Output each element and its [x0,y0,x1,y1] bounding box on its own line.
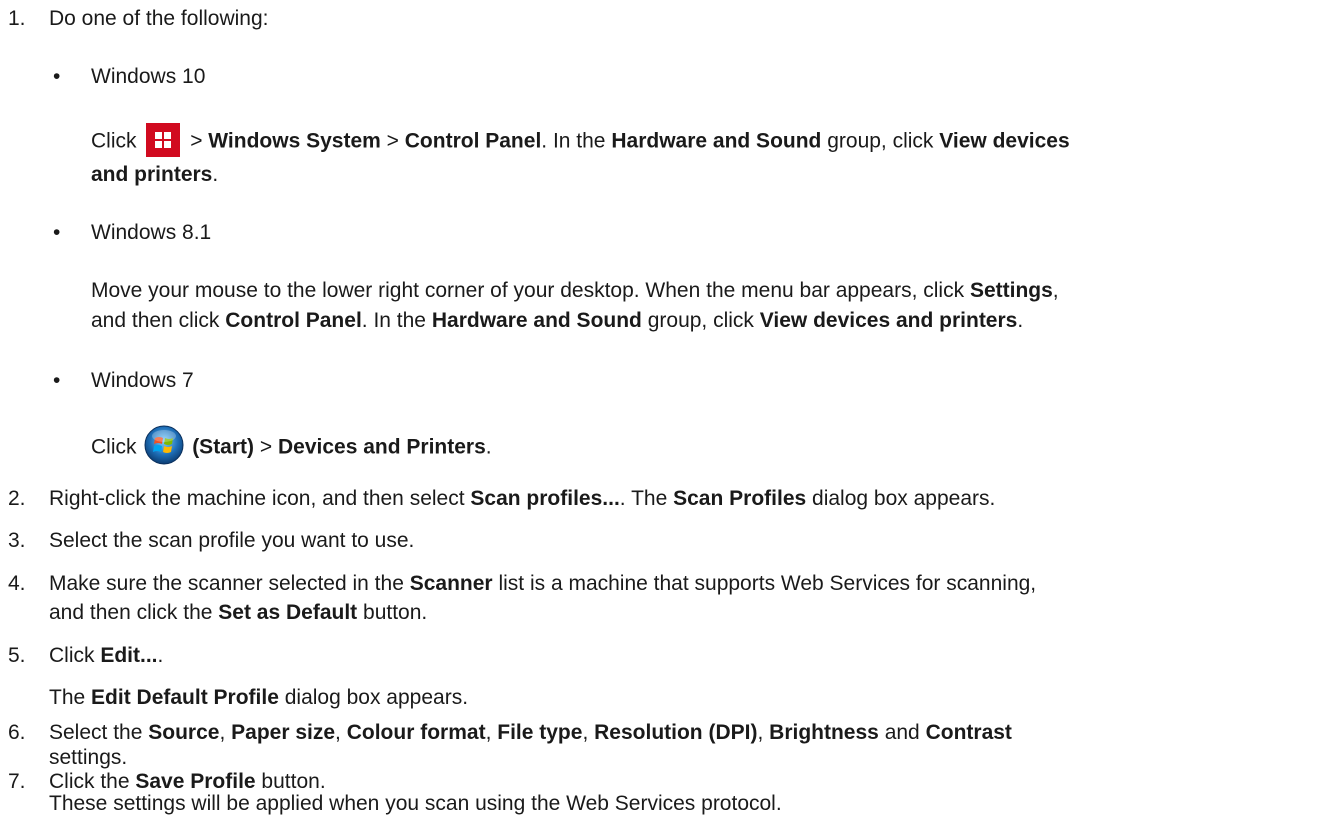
comma: , [582,721,589,744]
windows-system-term: Windows System [208,129,381,153]
text: Click the [49,770,136,793]
brightness-term: Brightness [769,721,879,744]
separator: > [190,129,203,153]
step-4-number: 4. [8,572,26,595]
resolution-term: Resolution (DPI) [594,721,758,744]
step-7-number: 7. [8,770,26,793]
text: dialog box appears. [812,487,996,510]
step-7-result: These settings will be applied when you … [49,792,782,815]
text: and then click [91,309,220,332]
comma: , [757,721,764,744]
text: Click [49,644,95,667]
separator: > [386,129,399,153]
set-as-default-term: Set as Default [218,601,358,624]
step-6-number: 6. [8,721,26,744]
and-printers-term: and printers [91,163,213,186]
step-5-result: The Edit Default Profile dialog box appe… [49,685,468,711]
contrast-term: Contrast [925,721,1012,744]
windows-10-instruction-line-2: and printers. [91,162,218,188]
scan-profiles-dialog-term: Scan Profiles [673,487,807,510]
text: . [485,435,492,459]
text: Make sure the scanner selected in the [49,572,404,595]
text: group, click [827,129,934,153]
instruction-document: 1. Do one of the following: • Windows 10… [0,0,1333,817]
step-3-text: Select the scan profile you want to use. [49,529,415,552]
text: group, click [647,309,754,332]
windows-7-instruction-line: Click (Start) > Devices and Printers. [91,425,492,468]
comma: , [485,721,492,744]
devices-and-printers-term: Devices and Printers [277,435,486,459]
bullet-windows-7: • [53,369,61,392]
text: . [1017,309,1024,332]
text: list is a machine that supports Web Serv… [498,572,1037,595]
text: . In the [541,129,606,153]
step-2-text: Right-click the machine icon, and then s… [49,486,995,512]
file-type-term: File type [497,721,583,744]
text: and [884,721,920,744]
step-4-text-line-1: Make sure the scanner selected in the Sc… [49,571,1036,597]
text: Click [91,129,137,153]
windows-7-heading: Windows 7 [91,369,194,392]
colour-format-term: Colour format [346,721,486,744]
bullet-windows-10: • [53,65,61,88]
step-6-text-line-1: Select the Source, Paper size, Colour fo… [49,720,1012,746]
hardware-and-sound-term: Hardware and Sound [431,309,642,332]
paper-size-term: Paper size [231,721,336,744]
source-term: Source [148,721,220,744]
text: . In the [361,309,426,332]
step-5-text: Click Edit.... [49,643,163,669]
save-profile-term: Save Profile [135,770,256,793]
scan-profiles-menu-term: Scan profiles... [470,487,620,510]
step-5-number: 5. [8,644,26,667]
comma: , [335,721,341,744]
text: Move your mouse to the lower right corne… [91,279,965,302]
text: button. [255,770,326,793]
step-4-text-line-2: and then click the Set as Default button… [49,600,427,626]
windows-10-instruction-line-1: Click > Windows System > Control Panel. … [91,123,1070,159]
text: The [49,686,86,709]
scanner-term: Scanner [409,572,493,595]
step-1-number: 1. [8,7,26,30]
step-6-text-line-2: settings. [49,746,128,769]
text: Click [91,435,137,459]
windows-8-1-instruction-line-1: Move your mouse to the lower right corne… [91,278,1059,304]
settings-term: Settings [969,279,1053,302]
start-label: (Start) [192,435,255,459]
comma: , [219,721,226,744]
text: , [1052,279,1059,302]
step-3-number: 3. [8,529,26,552]
step-1-text: Do one of the following: [49,7,269,30]
control-panel-term: Control Panel [404,129,542,153]
windows7-start-orb-icon [144,425,184,465]
control-panel-term: Control Panel [225,309,362,332]
text: Right-click the machine icon, and then s… [49,487,465,510]
view-devices-and-printers-term: View devices and printers [759,309,1018,332]
hardware-and-sound-term: Hardware and Sound [611,129,822,153]
windows-8-1-instruction-line-2: and then click Control Panel. In the Har… [91,308,1023,334]
separator: > [259,435,273,459]
text: Select the [49,721,143,744]
text: . The [619,487,668,510]
text: dialog box appears. [284,686,469,709]
edit-term: Edit... [100,644,158,667]
edit-default-profile-term: Edit Default Profile [91,686,279,709]
windows-logo-icon [146,123,181,157]
text: . [212,163,219,186]
bullet-windows-8-1: • [53,221,61,244]
step-2-number: 2. [8,487,26,510]
windows-10-heading: Windows 10 [91,65,206,88]
text: . [157,644,164,667]
windows-8-1-heading: Windows 8.1 [91,221,212,244]
view-devices-term: View devices [939,129,1070,153]
text: and then click the [49,601,213,624]
text: button. [363,601,428,624]
